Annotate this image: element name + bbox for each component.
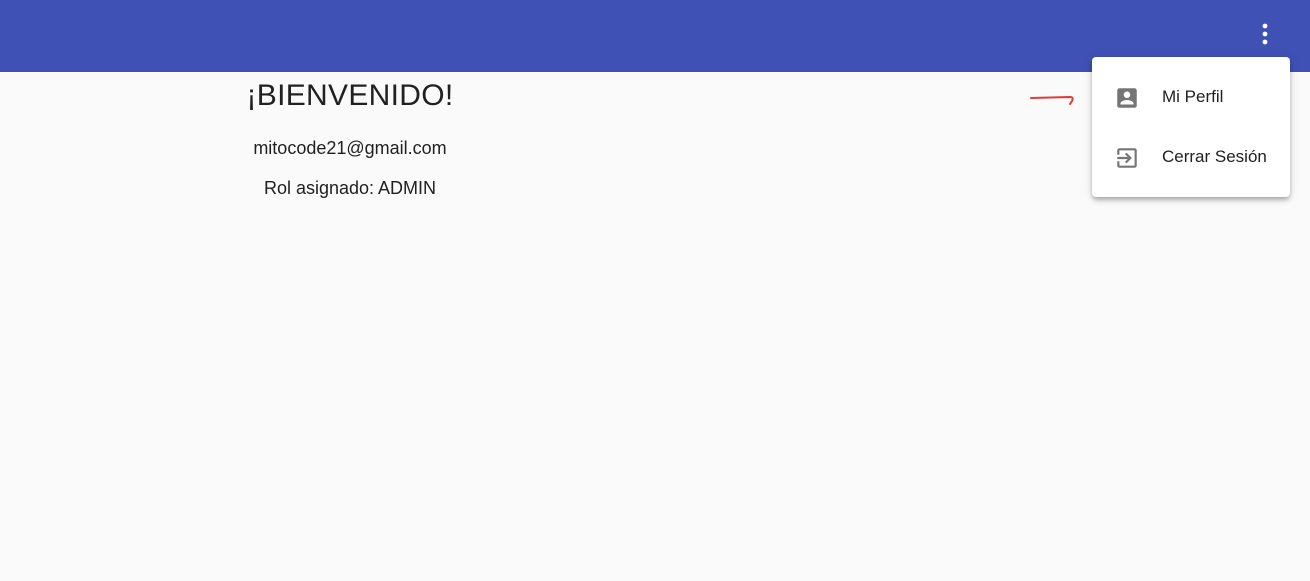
menu-item-label: Mi Perfil: [1162, 87, 1224, 106]
account-box-icon: [1114, 85, 1140, 111]
welcome-section: ¡BIENVENIDO! mitocode21@gmail.com Rol as…: [200, 72, 500, 200]
menu-item-label: Cerrar Sesión: [1162, 147, 1267, 166]
role-value: ADMIN: [378, 178, 437, 198]
menu-item-cerrar-sesion[interactable]: Cerrar Sesión: [1092, 129, 1290, 185]
exit-to-app-icon: [1114, 145, 1140, 171]
user-menu-panel: Mi Perfil Cerrar Sesión: [1092, 57, 1290, 197]
role-line: Rol asignado: ADMIN: [200, 176, 500, 200]
more-vert-icon: [1262, 23, 1268, 45]
red-arrow-annotation: [1026, 86, 1080, 115]
welcome-title: ¡BIENVENIDO!: [246, 79, 454, 112]
user-email: mitocode21@gmail.com: [253, 138, 447, 158]
more-options-button[interactable]: [1248, 16, 1282, 52]
menu-item-mi-perfil[interactable]: Mi Perfil: [1092, 69, 1290, 125]
role-label: Rol asignado:: [263, 178, 375, 198]
